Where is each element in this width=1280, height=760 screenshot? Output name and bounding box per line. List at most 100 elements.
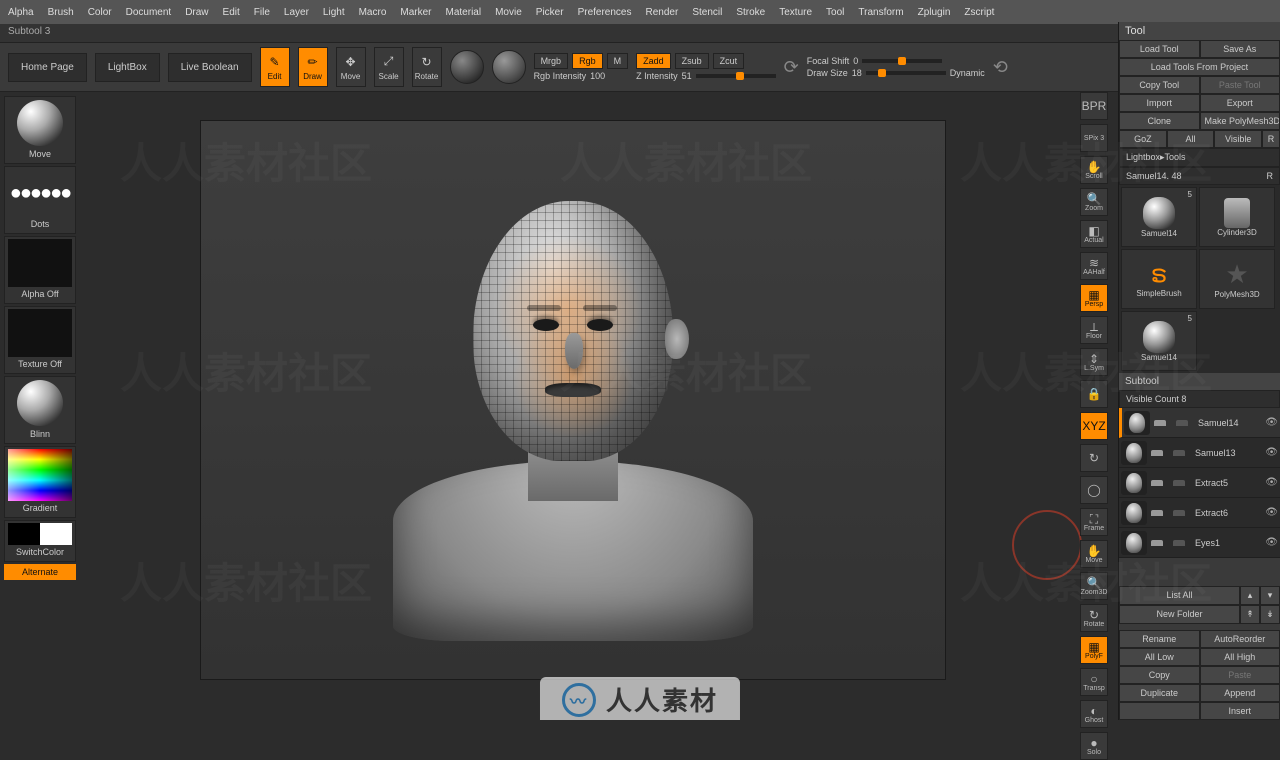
subtool-op-paste[interactable]: Paste bbox=[1200, 666, 1280, 684]
dynamic-toggle[interactable]: Dynamic bbox=[950, 68, 985, 78]
menu-stroke[interactable]: Stroke bbox=[736, 7, 765, 18]
menu-preferences[interactable]: Preferences bbox=[578, 7, 632, 18]
rightcol-btn-5[interactable]: ≋AAHalf bbox=[1080, 252, 1108, 280]
rightcol-btn-11[interactable]: ↻ bbox=[1080, 444, 1108, 472]
m-toggle[interactable]: M bbox=[607, 53, 629, 69]
color-picker[interactable]: Gradient bbox=[4, 446, 76, 518]
rightcol-btn-14[interactable]: ✋Move bbox=[1080, 540, 1108, 568]
subtool-row-samuel14[interactable]: Samuel14👁 bbox=[1119, 408, 1280, 438]
z-intensity-slider[interactable] bbox=[696, 74, 776, 78]
viewport[interactable] bbox=[200, 120, 946, 680]
current-tool-name[interactable]: Samuel14. 48 bbox=[1126, 171, 1182, 181]
paste-tool-button[interactable]: Paste Tool bbox=[1200, 76, 1280, 94]
rightcol-btn-13[interactable]: ⛶Frame bbox=[1080, 508, 1108, 536]
shadow-sphere[interactable] bbox=[492, 50, 526, 84]
arrow-up-button[interactable]: ↟ bbox=[1240, 605, 1260, 624]
tool-breadcrumb[interactable]: Lightbox▸Tools bbox=[1119, 148, 1280, 167]
goz-all-button[interactable]: All bbox=[1167, 130, 1215, 148]
subtool-row-extract6[interactable]: Extract6👁 bbox=[1119, 498, 1280, 528]
tool-thumb-cylinder3d[interactable]: Cylinder3D bbox=[1199, 187, 1275, 247]
menu-document[interactable]: Document bbox=[126, 7, 172, 18]
move-down-button[interactable]: ▾ bbox=[1260, 586, 1280, 605]
rightcol-btn-16[interactable]: ↻Rotate bbox=[1080, 604, 1108, 632]
load-tools-project-button[interactable]: Load Tools From Project bbox=[1119, 58, 1280, 76]
subtool-op-duplicate[interactable]: Duplicate bbox=[1119, 684, 1200, 702]
zadd-toggle[interactable]: Zadd bbox=[636, 53, 671, 69]
menu-draw[interactable]: Draw bbox=[185, 7, 208, 18]
goz-visible-button[interactable]: Visible bbox=[1214, 130, 1262, 148]
menu-light[interactable]: Light bbox=[323, 7, 345, 18]
menu-stencil[interactable]: Stencil bbox=[692, 7, 722, 18]
rightcol-btn-2[interactable]: ✋Scroll bbox=[1080, 156, 1108, 184]
menu-brush[interactable]: Brush bbox=[48, 7, 74, 18]
draw-size-slider[interactable] bbox=[866, 71, 946, 75]
rightcol-btn-10[interactable]: XYZ bbox=[1080, 412, 1108, 440]
rightcol-btn-18[interactable]: ○Transp bbox=[1080, 668, 1108, 696]
alternate-button[interactable]: Alternate bbox=[4, 564, 76, 580]
goz-r-button[interactable]: R bbox=[1262, 130, 1280, 148]
visibility-icon[interactable]: 👁 bbox=[1265, 477, 1278, 488]
visibility-icon[interactable]: 👁 bbox=[1265, 417, 1278, 428]
mode-edit[interactable]: ✎Edit bbox=[260, 47, 290, 87]
rightcol-btn-15[interactable]: 🔍Zoom3D bbox=[1080, 572, 1108, 600]
tool-thumb-samuel14[interactable]: 5Samuel14 bbox=[1121, 311, 1197, 371]
arrow-down-button[interactable]: ↡ bbox=[1260, 605, 1280, 624]
subtool-op-all high[interactable]: All High bbox=[1200, 648, 1280, 666]
mode-move[interactable]: ✥Move bbox=[336, 47, 366, 87]
menu-macro[interactable]: Macro bbox=[359, 7, 387, 18]
rgb-toggle[interactable]: Rgb bbox=[572, 53, 603, 69]
subtool-row-extract5[interactable]: Extract5👁 bbox=[1119, 468, 1280, 498]
menu-picker[interactable]: Picker bbox=[536, 7, 564, 18]
rightcol-btn-0[interactable]: BPR bbox=[1080, 92, 1108, 120]
gyro-sphere[interactable] bbox=[450, 50, 484, 84]
subtool-op-rename[interactable]: Rename bbox=[1119, 630, 1200, 648]
rightcol-btn-4[interactable]: ◧Actual bbox=[1080, 220, 1108, 248]
tool-thumb-samuel14[interactable]: 5Samuel14 bbox=[1121, 187, 1197, 247]
rightcol-btn-9[interactable]: 🔒 bbox=[1080, 380, 1108, 408]
tool-r-flag[interactable]: R bbox=[1267, 171, 1274, 181]
menu-transform[interactable]: Transform bbox=[858, 7, 903, 18]
rightcol-btn-12[interactable]: ◯ bbox=[1080, 476, 1108, 504]
history-icon[interactable]: ⟲ bbox=[993, 57, 1008, 78]
menu-texture[interactable]: Texture bbox=[779, 7, 812, 18]
import-button[interactable]: Import bbox=[1119, 94, 1200, 112]
move-up-button[interactable]: ▴ bbox=[1240, 586, 1260, 605]
rightcol-btn-3[interactable]: 🔍Zoom bbox=[1080, 188, 1108, 216]
menu-color[interactable]: Color bbox=[88, 7, 112, 18]
export-button[interactable]: Export bbox=[1200, 94, 1280, 112]
mrgb-toggle[interactable]: Mrgb bbox=[534, 53, 569, 69]
texture-slot[interactable]: Texture Off bbox=[4, 306, 76, 374]
alpha-slot[interactable]: Alpha Off bbox=[4, 236, 76, 304]
menu-file[interactable]: File bbox=[254, 7, 270, 18]
focal-shift-slider[interactable] bbox=[862, 59, 942, 63]
visibility-icon[interactable]: 👁 bbox=[1265, 537, 1278, 548]
lazy-icon[interactable]: ⟳ bbox=[784, 57, 799, 78]
menu-layer[interactable]: Layer bbox=[284, 7, 309, 18]
subtool-op-copy[interactable]: Copy bbox=[1119, 666, 1200, 684]
mode-scale[interactable]: ⤢Scale bbox=[374, 47, 404, 87]
zsub-toggle[interactable]: Zsub bbox=[675, 53, 709, 69]
subtool-section-title[interactable]: Subtool bbox=[1119, 373, 1280, 390]
rightcol-btn-1[interactable]: SPix 3 bbox=[1080, 124, 1108, 152]
goz-button[interactable]: GoZ bbox=[1119, 130, 1167, 148]
zcut-toggle[interactable]: Zcut bbox=[713, 53, 745, 69]
subtool-row-eyes1[interactable]: Eyes1👁 bbox=[1119, 528, 1280, 558]
menu-edit[interactable]: Edit bbox=[223, 7, 240, 18]
subtool-op-append[interactable]: Append bbox=[1200, 684, 1280, 702]
clone-button[interactable]: Clone bbox=[1119, 112, 1200, 130]
material-slot[interactable]: Blinn bbox=[4, 376, 76, 444]
menu-movie[interactable]: Movie bbox=[495, 7, 522, 18]
rightcol-btn-8[interactable]: ⇕L.Sym bbox=[1080, 348, 1108, 376]
list-all-button[interactable]: List All bbox=[1119, 586, 1240, 605]
menu-alpha[interactable]: Alpha bbox=[8, 7, 34, 18]
tab-liveboolean[interactable]: Live Boolean bbox=[168, 53, 252, 82]
menu-material[interactable]: Material bbox=[446, 7, 482, 18]
new-folder-button[interactable]: New Folder bbox=[1119, 605, 1240, 624]
tab-home[interactable]: Home Page bbox=[8, 53, 87, 82]
subtool-op-autoreorder[interactable]: AutoReorder bbox=[1200, 630, 1280, 648]
menu-zplugin[interactable]: Zplugin bbox=[918, 7, 951, 18]
rightcol-btn-6[interactable]: ▦Persp bbox=[1080, 284, 1108, 312]
tool-thumb-polymesh3d[interactable]: ★PolyMesh3D bbox=[1199, 249, 1275, 309]
menu-zscript[interactable]: Zscript bbox=[964, 7, 994, 18]
stroke-slot[interactable]: ●●●●●●Dots bbox=[4, 166, 76, 234]
